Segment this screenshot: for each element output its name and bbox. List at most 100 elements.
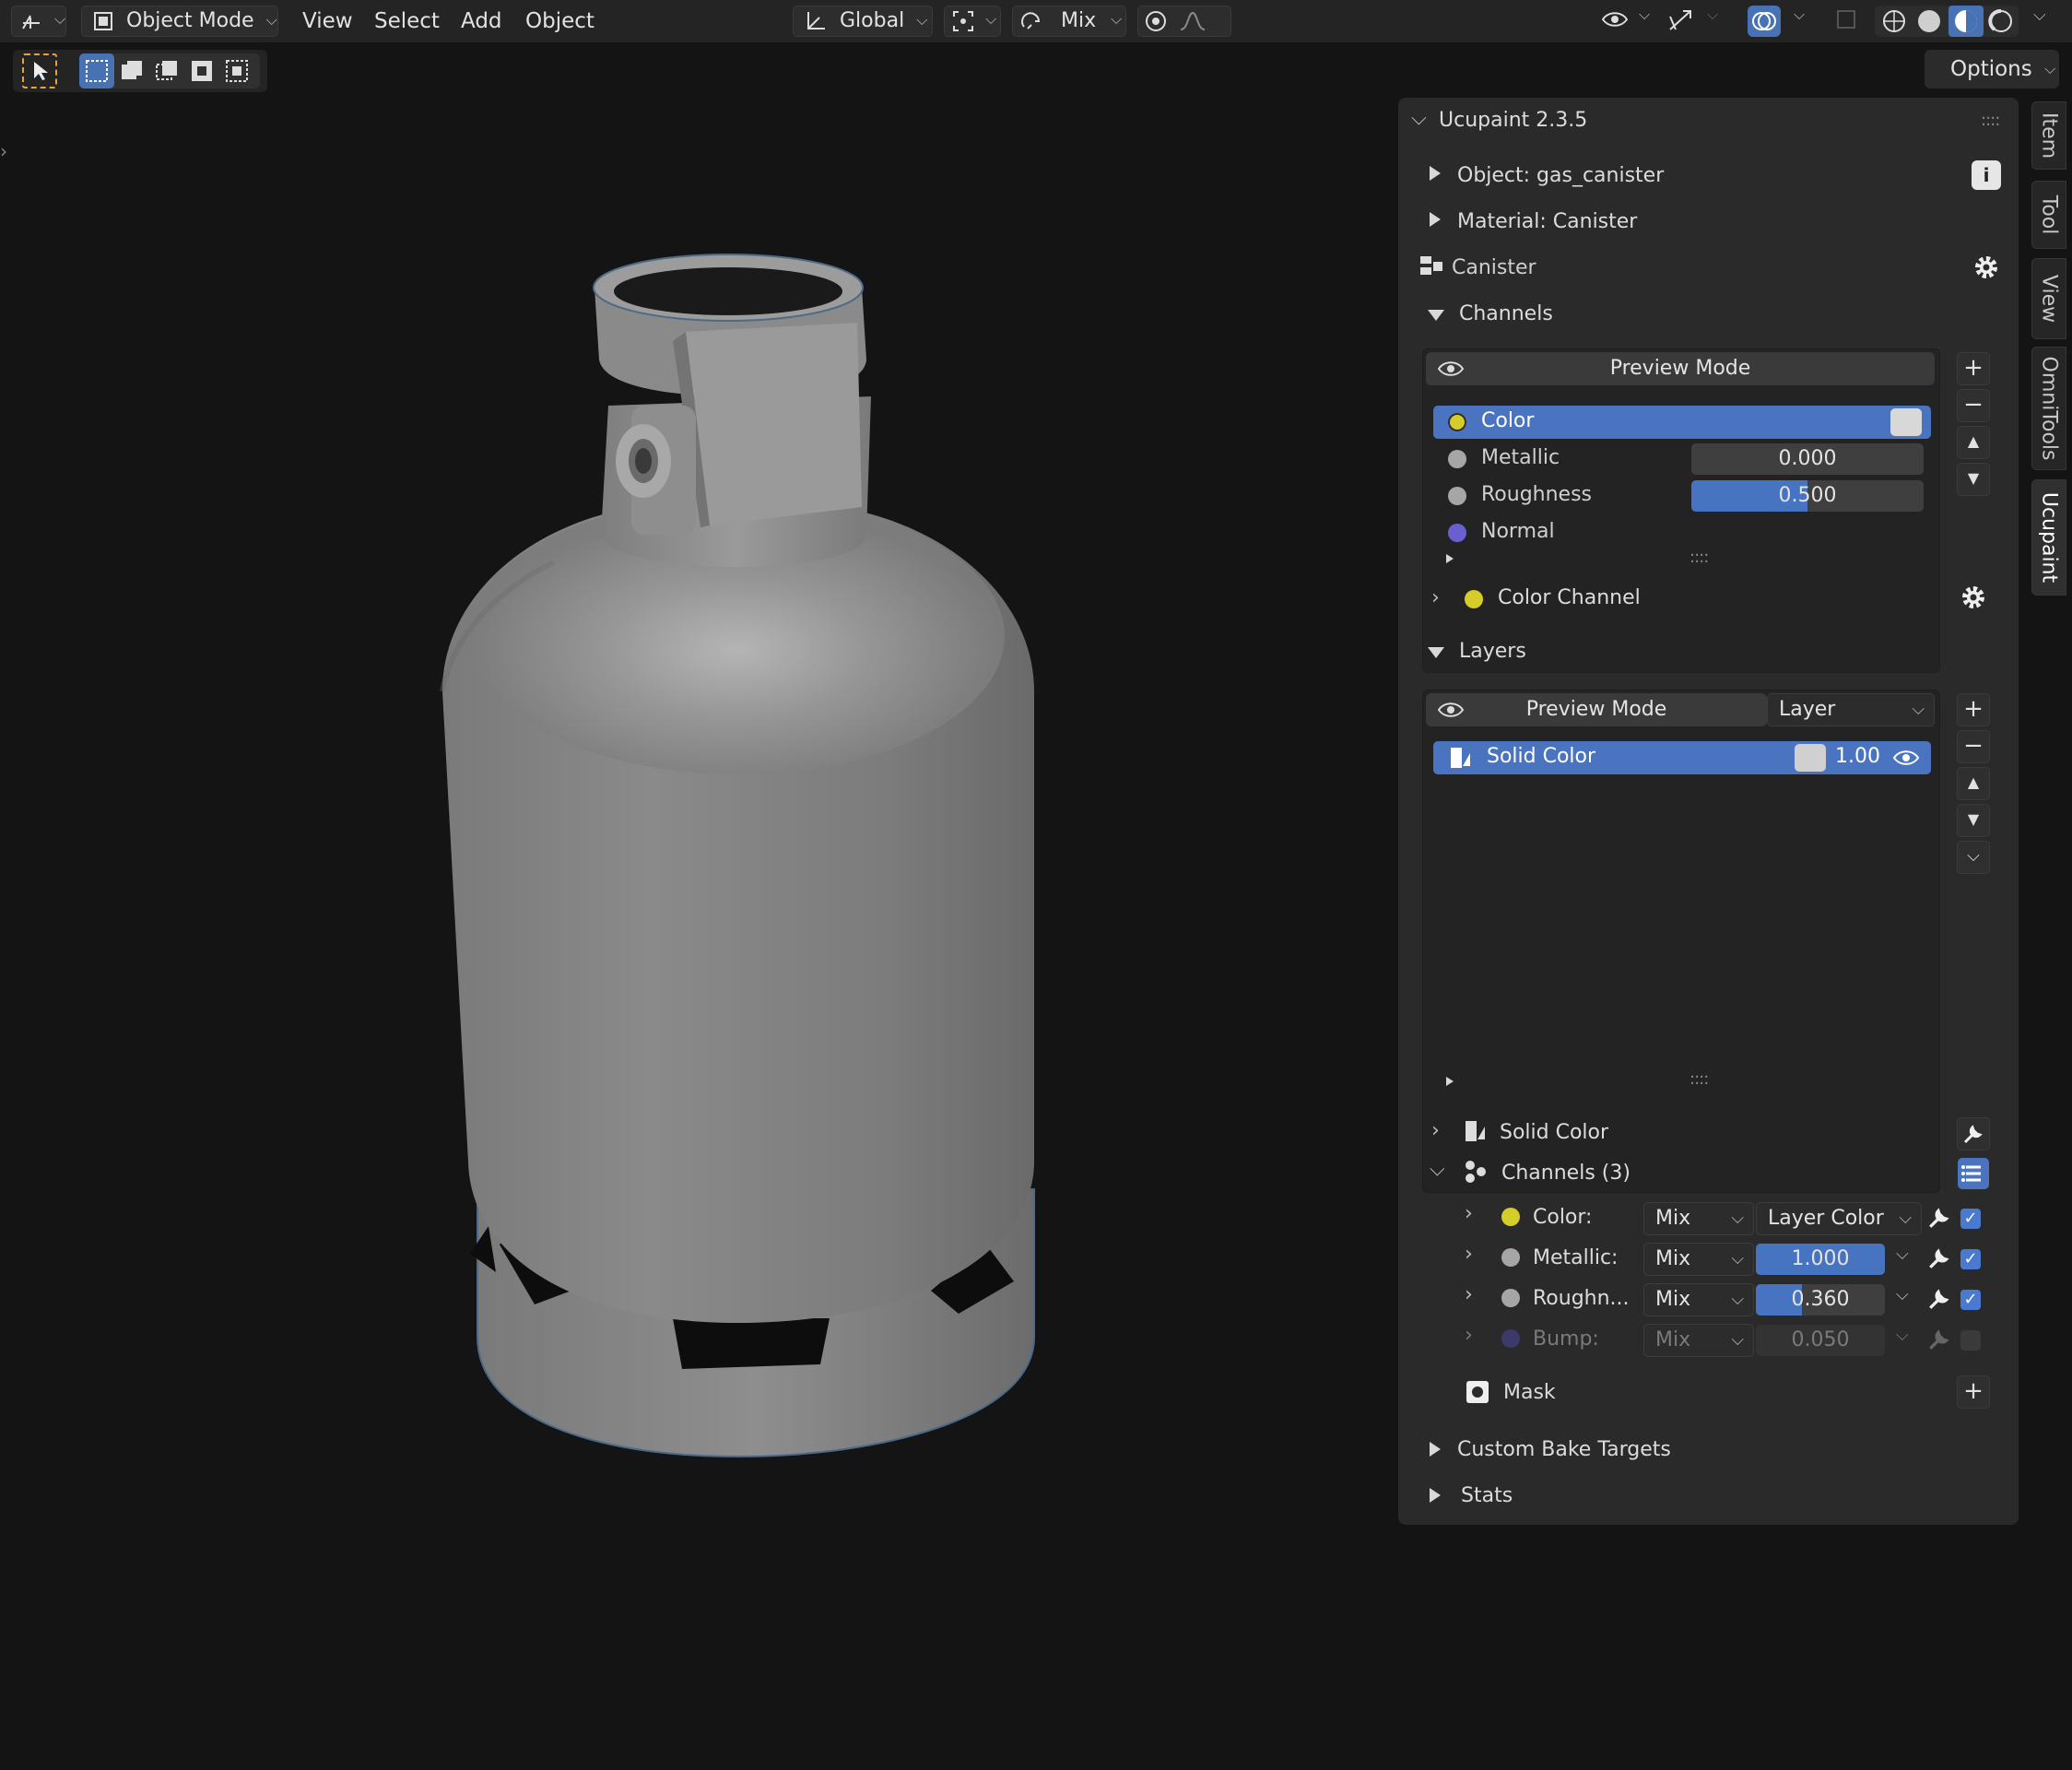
menu-select[interactable]: Select [374, 6, 440, 37]
menu-object[interactable]: Object [525, 6, 595, 37]
blend-mode-dropdown[interactable]: Mix ⌵ [1643, 1202, 1754, 1235]
select-invert-icon[interactable] [184, 53, 219, 88]
channel-row-roughness[interactable]: Roughness 0.500 [1433, 479, 1931, 513]
expand-material-icon[interactable] [1430, 212, 1441, 227]
gizmo-dropdown[interactable]: ⌵ [1666, 6, 1722, 37]
gear-icon[interactable] [1959, 583, 1988, 612]
collapse-layer-channels-icon[interactable]: ⌵ [1430, 1158, 1445, 1181]
add-mask-button[interactable]: + [1957, 1375, 1990, 1409]
snap-dropdown[interactable]: Mix ⌵ [1012, 6, 1126, 37]
layer-channel-enable-checkbox[interactable]: ✓ [1960, 1249, 1981, 1269]
tweak-tool-button[interactable] [22, 53, 57, 88]
expand-layer-channel-icon[interactable]: › [1465, 1324, 1473, 1347]
gear-icon[interactable] [1972, 253, 2001, 282]
menu-view[interactable]: View [302, 6, 353, 37]
wrench-icon[interactable] [1927, 1206, 1951, 1230]
wrench-icon[interactable] [1927, 1246, 1951, 1270]
chevron-down-icon[interactable]: ⌵ [1896, 1326, 1909, 1345]
add-layer-button[interactable]: + [1957, 693, 1990, 726]
chevron-down-icon[interactable]: ⌵ [1896, 1245, 1909, 1264]
layer-color-swatch[interactable] [1795, 744, 1826, 772]
options-dropdown[interactable]: Options ⌵ [1925, 50, 2059, 88]
expand-layer-channel-icon[interactable]: › [1465, 1202, 1473, 1225]
wrench-icon[interactable] [1927, 1328, 1951, 1351]
list-resize-handle-icon[interactable]: :::: [1689, 548, 1709, 567]
menu-add[interactable]: Add [461, 6, 502, 37]
color-channel-label[interactable]: Color Channel [1498, 586, 1641, 609]
stats-label[interactable]: Stats [1461, 1484, 1513, 1507]
layer-opacity[interactable]: 1.00 [1835, 745, 1880, 768]
layer-channel-enable-checkbox[interactable] [1960, 1330, 1981, 1351]
wireframe-shading-icon[interactable] [1880, 7, 1908, 35]
list-resize-handle-icon[interactable]: :::: [1689, 1069, 1709, 1089]
blend-mode-dropdown[interactable]: Mix ⌵ [1643, 1243, 1754, 1276]
layer-channel-enable-checkbox[interactable]: ✓ [1960, 1290, 1981, 1310]
expand-custom-bake-icon[interactable] [1430, 1442, 1441, 1457]
remove-layer-button[interactable]: − [1957, 730, 1990, 763]
expand-layer-channel-icon[interactable]: › [1465, 1243, 1473, 1266]
layer-channel-source-dropdown[interactable]: Layer Color ⌵ [1756, 1202, 1922, 1235]
mode-dropdown[interactable]: Object Mode ⌵ [81, 6, 278, 37]
layer-modifier-button[interactable] [1957, 1117, 1990, 1150]
blend-mode-dropdown[interactable]: Mix ⌵ [1643, 1324, 1754, 1357]
channel-list-toggle[interactable] [1958, 1158, 1989, 1189]
channels-preview-mode-button[interactable]: Preview Mode [1426, 352, 1935, 385]
layer-preview-dropdown[interactable]: Layer ⌵ [1767, 693, 1935, 726]
expand-stats-icon[interactable] [1430, 1488, 1441, 1503]
expand-layer-channel-icon[interactable]: › [1465, 1283, 1473, 1306]
layer-channels-label[interactable]: Channels (3) [1501, 1162, 1631, 1185]
collapse-layers-icon[interactable] [1428, 647, 1444, 658]
pivot-point-dropdown[interactable]: ⌵ [944, 6, 1001, 37]
tab-omnitools[interactable]: OmniTools [2031, 347, 2066, 470]
move-layer-up-button[interactable]: ▲ [1957, 767, 1990, 800]
visibility-dropdown[interactable]: ⌵ [1600, 6, 1652, 37]
channel-color-swatch[interactable] [1890, 408, 1922, 436]
blend-mode-dropdown[interactable]: Mix ⌵ [1643, 1283, 1754, 1316]
tab-tool[interactable]: Tool [2031, 181, 2066, 249]
channel-value-field[interactable]: 0.000 [1691, 443, 1924, 475]
list-expand-icon[interactable] [1446, 1077, 1454, 1086]
channel-row-normal[interactable]: Normal [1433, 516, 1931, 549]
custom-bake-label[interactable]: Custom Bake Targets [1457, 1438, 1671, 1461]
move-channel-down-button[interactable]: ▼ [1957, 463, 1990, 496]
drag-handle-icon[interactable]: :::: [1981, 111, 2000, 130]
channel-value-field[interactable]: 0.500 [1691, 480, 1924, 512]
move-layer-down-button[interactable]: ▼ [1957, 804, 1990, 837]
expand-object-icon[interactable] [1430, 166, 1441, 181]
material-shading-icon[interactable] [1952, 7, 1980, 35]
collapse-panel-chevron-icon[interactable]: ⌵ [1411, 107, 1427, 130]
info-icon[interactable]: i [1972, 160, 2001, 190]
tab-view[interactable]: View [2031, 258, 2066, 339]
layer-channel-value-field[interactable]: 0.360 [1756, 1284, 1885, 1316]
shading-dropdown-chevron-icon[interactable]: ⌵ [2033, 6, 2046, 25]
add-channel-button[interactable]: + [1957, 352, 1990, 385]
wrench-icon[interactable] [1927, 1287, 1951, 1311]
editor-type-button[interactable]: ⌵ [11, 6, 66, 37]
proportional-editing-button[interactable] [1137, 6, 1231, 37]
material-label[interactable]: Material: Canister [1457, 210, 1637, 233]
select-new-button[interactable] [79, 53, 114, 88]
move-channel-up-button[interactable]: ▲ [1957, 426, 1990, 459]
remove-channel-button[interactable]: − [1957, 389, 1990, 422]
eye-icon[interactable] [1892, 747, 1920, 769]
select-subtract-icon[interactable] [149, 53, 184, 88]
layer-more-dropdown[interactable]: ⌵ [1957, 841, 1990, 874]
layers-preview-mode-button[interactable]: Preview Mode [1426, 693, 1767, 726]
xray-toggle[interactable] [1832, 6, 1864, 37]
layer-channel-value-field[interactable]: 1.000 [1756, 1244, 1885, 1275]
layer-row-solid-color[interactable]: Solid Color 1.00 [1433, 741, 1931, 774]
layer-channel-enable-checkbox[interactable]: ✓ [1960, 1209, 1981, 1229]
rendered-shading-icon[interactable] [1987, 7, 2015, 35]
layer-detail-label[interactable]: Solid Color [1500, 1121, 1608, 1144]
tab-item[interactable]: Item [2031, 101, 2066, 170]
channels-header[interactable]: Channels [1459, 302, 1553, 325]
layer-channel-value-field[interactable]: 0.050 [1756, 1325, 1885, 1356]
channel-row-color[interactable]: Color [1433, 406, 1931, 439]
orientation-dropdown[interactable]: Global ⌵ [793, 6, 933, 37]
list-expand-icon[interactable] [1446, 554, 1454, 563]
layers-header[interactable]: Layers [1459, 640, 1526, 663]
solid-shading-icon[interactable] [1915, 7, 1943, 35]
expand-color-channel-icon[interactable]: › [1431, 586, 1440, 609]
toolbar-expand-chevron-icon[interactable]: › [0, 140, 7, 162]
channel-row-metallic[interactable]: Metallic 0.000 [1433, 442, 1931, 476]
